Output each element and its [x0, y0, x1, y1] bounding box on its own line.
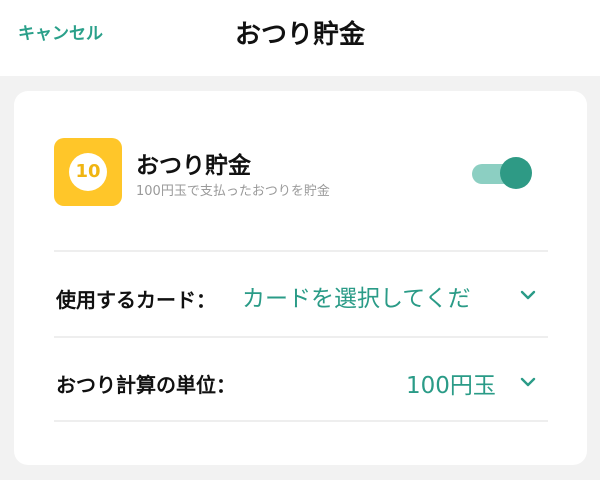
- chevron-down-icon[interactable]: [520, 290, 536, 300]
- unit-select-label: おつり計算の単位：: [56, 373, 236, 397]
- card-select-label: 使用するカード：: [56, 288, 216, 312]
- feature-toggle[interactable]: [470, 155, 534, 191]
- divider: [54, 250, 548, 252]
- divider: [54, 336, 548, 338]
- chevron-down-icon[interactable]: [520, 377, 536, 387]
- toggle-knob: [500, 157, 532, 189]
- unit-select-value[interactable]: 100円玉: [406, 366, 496, 400]
- cancel-button[interactable]: キャンセル: [18, 19, 103, 44]
- top-bar: キャンセル おつり貯金: [0, 0, 600, 76]
- feature-title: おつり貯金: [136, 153, 251, 179]
- feature-icon: 10: [54, 138, 122, 206]
- divider: [54, 420, 548, 422]
- coin-icon: 10: [69, 153, 107, 191]
- card-select-value[interactable]: カードを選択してくだ: [242, 279, 471, 313]
- settings-card: 10 おつり貯金 100円玉で支払ったおつりを貯金 使用するカード： カードを選…: [14, 91, 587, 465]
- feature-description: 100円玉で支払ったおつりを貯金: [136, 184, 330, 199]
